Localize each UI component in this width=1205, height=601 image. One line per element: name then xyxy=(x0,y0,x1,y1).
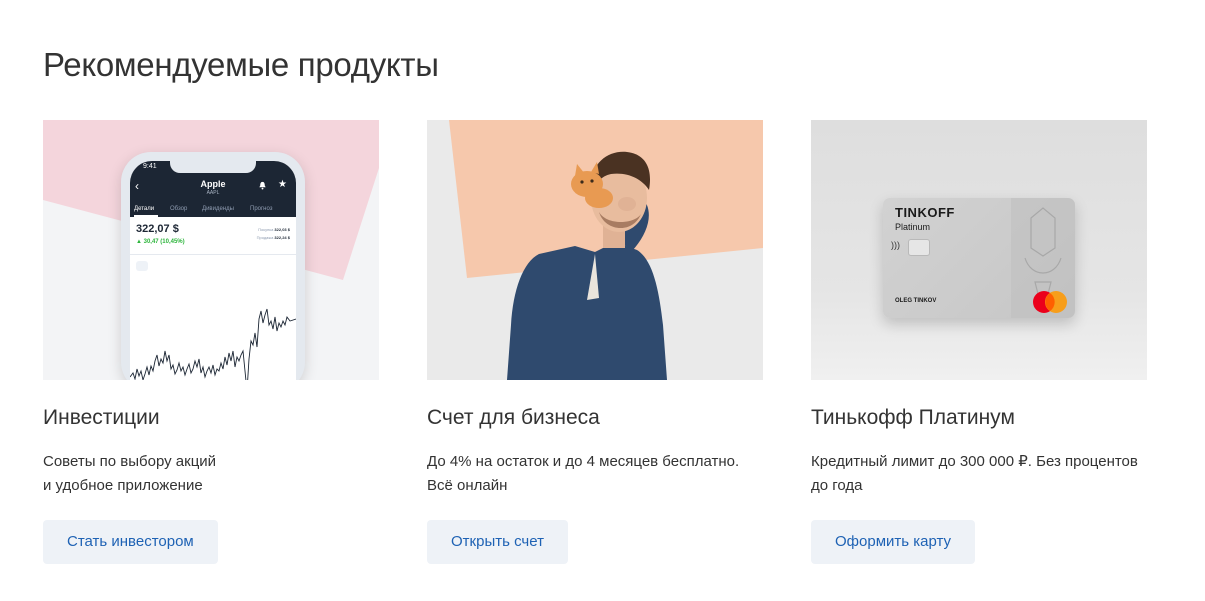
buy-value: 322,03 $ xyxy=(274,227,290,232)
card-description: Кредитный лимит до 300 000 ₽. Без процен… xyxy=(811,450,1147,498)
stock-ticker: AAPL xyxy=(206,190,220,196)
card-description: Советы по выбору акций и удобное приложе… xyxy=(43,450,379,498)
recommended-products-section: Рекомендуемые продукты 9:41 ‹ Apple AAPL xyxy=(0,0,1205,601)
section-title: Рекомендуемые продукты xyxy=(43,46,439,83)
phone-mockup: 9:41 ‹ Apple AAPL ★ Детали Обзор Дивиден… xyxy=(121,152,305,380)
desc-line: до года xyxy=(811,477,863,494)
product-card-business: Счет для бизнеса До 4% на остаток и до 4… xyxy=(427,120,763,564)
contactless-icon: ))) xyxy=(891,240,900,250)
business-image xyxy=(427,120,763,380)
business-photo xyxy=(449,120,763,380)
desc-line: Советы по выбору акций xyxy=(43,453,217,470)
become-investor-button[interactable]: Стать инвестором xyxy=(43,520,218,564)
chip-icon xyxy=(908,239,930,256)
get-card-button[interactable]: Оформить карту xyxy=(811,520,976,564)
mastercard-logo-icon xyxy=(1033,291,1067,313)
tab-forecast: Прогноз xyxy=(250,206,273,212)
desc-line: и удобное приложение xyxy=(43,477,203,494)
sell-price: Продажа 322,24 $ xyxy=(257,235,290,240)
product-card-investments: 9:41 ‹ Apple AAPL ★ Детали Обзор Дивиден… xyxy=(43,120,379,564)
divider xyxy=(130,254,296,255)
sell-value: 322,24 $ xyxy=(274,235,290,240)
desc-line: До 4% на остаток и до 4 месяцев бесплатн… xyxy=(427,453,740,470)
stock-name: Apple xyxy=(200,179,226,189)
star-icon: ★ xyxy=(278,179,287,190)
phone-notch xyxy=(170,161,256,173)
app-tabs: Детали Обзор Дивиденды Прогноз xyxy=(130,203,296,217)
stock-change: ▲ 30,47 (10,45%) xyxy=(136,239,185,245)
card-title: Тинькофф Платинум xyxy=(811,406,1015,429)
tab-details: Детали xyxy=(134,206,155,212)
status-time: 9:41 xyxy=(143,163,157,170)
credit-card: TINKOFF Platinum ))) OLEG TINKOV xyxy=(883,198,1075,318)
card-title: Инвестиции xyxy=(43,406,160,429)
phone-screen: 9:41 ‹ Apple AAPL ★ Детали Обзор Дивиден… xyxy=(130,161,296,380)
bell-icon xyxy=(259,181,266,190)
platinum-image: TINKOFF Platinum ))) OLEG TINKOV xyxy=(811,120,1147,380)
stock-chart xyxy=(130,308,296,380)
card-holder: OLEG TINKOV xyxy=(895,298,937,304)
card-description: До 4% на остаток и до 4 месяцев бесплатн… xyxy=(427,450,763,498)
card-brand: TINKOFF xyxy=(895,205,955,220)
desc-line: Кредитный лимит до 300 000 ₽. Без процен… xyxy=(811,453,1138,470)
stock-price: 322,07 $ xyxy=(136,223,179,235)
product-card-platinum: TINKOFF Platinum ))) OLEG TINKOV Тинькоф… xyxy=(811,120,1147,564)
tab-dividends: Дивиденды xyxy=(202,206,234,212)
tab-overview: Обзор xyxy=(170,206,188,212)
chart-toggle-icon xyxy=(136,261,148,271)
buy-label: Покупка xyxy=(258,227,274,232)
active-tab-indicator xyxy=(134,215,158,217)
desc-line: Всё онлайн xyxy=(427,477,508,494)
open-account-button[interactable]: Открыть счет xyxy=(427,520,568,564)
sell-label: Продажа xyxy=(256,235,274,240)
buy-price: Покупка 322,03 $ xyxy=(258,227,290,232)
card-title: Счет для бизнеса xyxy=(427,406,600,429)
card-tier: Platinum xyxy=(895,222,931,232)
investments-image: 9:41 ‹ Apple AAPL ★ Детали Обзор Дивиден… xyxy=(43,120,379,380)
app-header: 9:41 ‹ Apple AAPL ★ Детали Обзор Дивиден… xyxy=(130,161,296,217)
